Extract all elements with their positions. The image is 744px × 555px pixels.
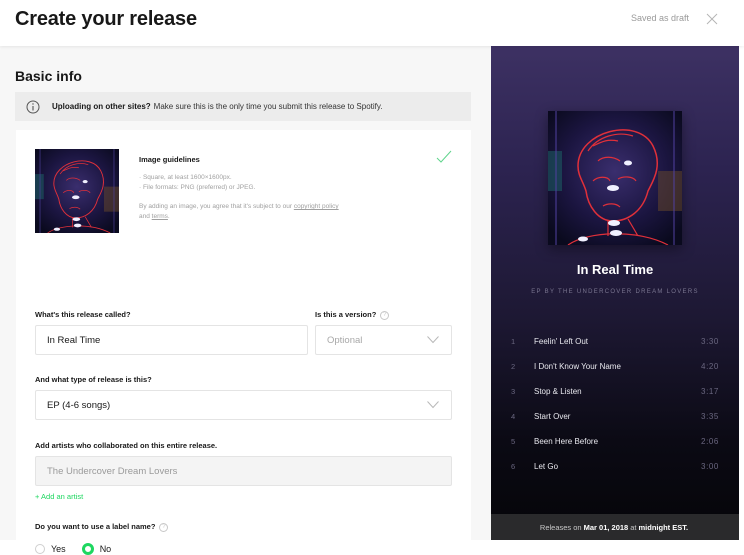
track-number: 3: [511, 387, 516, 396]
track-row[interactable]: 1 Feelin' Left Out 3:30: [491, 335, 739, 360]
guideline-size: · Square, at least 1600×1600px.: [139, 174, 232, 181]
image-guidelines: Image guidelines · Square, at least 1600…: [139, 155, 339, 222]
artist-value: The Undercover Dream Lovers: [47, 465, 178, 477]
track-duration: 3:30: [701, 337, 719, 346]
info-circle-icon: [26, 100, 40, 113]
guidelines-title: Image guidelines: [139, 155, 200, 164]
preview-cover-art: [548, 111, 682, 245]
cover-art-thumbnail[interactable]: [35, 149, 119, 233]
release-prefix: Releases on: [539, 522, 582, 532]
artist-input[interactable]: The Undercover Dream Lovers: [35, 456, 452, 486]
track-title: I Don't Know Your Name: [534, 362, 621, 371]
form-pane: Basic info Uploading on other sites? Mak…: [0, 46, 491, 555]
track-duration: 3:00: [701, 462, 719, 471]
radio-no[interactable]: No: [81, 543, 112, 555]
track-title: Let Go: [534, 462, 559, 471]
preview-release-title: In Real Time: [576, 262, 654, 277]
track-duration: 2:06: [701, 437, 719, 446]
info-banner: Uploading on other sites? Make sure this…: [15, 92, 471, 121]
cover-art-image: [548, 111, 682, 245]
chevron-down-icon: [427, 336, 439, 344]
release-date-bar: Releases on Mar 01, 2018 at midnight EST…: [491, 514, 739, 540]
track-list: 1 Feelin' Left Out 3:30 2 I Don't Know Y…: [491, 335, 739, 485]
release-preview-pane: In Real Time EP BY THE UNDERCOVER DREAM …: [491, 46, 739, 540]
track-row[interactable]: 6 Let Go 3:00: [491, 460, 739, 485]
track-title: Feelin' Left Out: [534, 337, 588, 346]
note-suffix: .: [167, 213, 170, 220]
terms-link[interactable]: terms: [152, 213, 168, 220]
banner-text: Make sure this is the only time you subm…: [153, 102, 383, 111]
radio-button-unchecked: [35, 544, 45, 554]
label-name-radio-group: Yes No: [35, 543, 127, 555]
release-name-input[interactable]: In Real Time: [35, 325, 308, 355]
add-artist-link[interactable]: + Add an artist: [35, 492, 83, 501]
track-row[interactable]: 3 Stop & Listen 3:17: [491, 385, 739, 410]
label-name-label: Do you want to use a label name??: [35, 522, 169, 532]
artists-label: Add artists who collaborated on this ent…: [35, 441, 218, 450]
release-type-label: And what type of release is this?: [35, 375, 152, 384]
release-type-value: EP (4-6 songs): [47, 399, 111, 411]
label-name-label-text: Do you want to use a label name?: [35, 522, 156, 531]
version-label: Is this a version??: [315, 310, 390, 320]
guideline-format: · File formats: PNG (preferred) or JPEG.: [139, 184, 256, 191]
banner-bold-text: Uploading on other sites?: [52, 102, 151, 111]
note-text: By adding an image, you agree that it's …: [139, 203, 293, 210]
track-row[interactable]: 2 I Don't Know Your Name 4:20: [491, 360, 739, 385]
cover-art-image: [35, 149, 119, 233]
track-number: 5: [511, 437, 516, 446]
basic-info-card: Image guidelines · Square, at least 1600…: [16, 130, 471, 555]
section-title: Basic info: [15, 68, 82, 84]
save-status: Saved as draft: [631, 13, 690, 23]
track-number: 4: [511, 412, 516, 421]
radio-yes[interactable]: Yes: [35, 544, 66, 554]
note-and: and: [139, 213, 150, 220]
page-title: Create your release: [15, 8, 197, 30]
close-x-icon: [706, 13, 718, 25]
version-label-text: Is this a version?: [315, 310, 377, 319]
header: Create your release Saved as draft: [0, 0, 744, 46]
radio-yes-label: Yes: [51, 544, 66, 554]
close-button[interactable]: [704, 11, 720, 27]
preview-release-subtitle: EP BY THE UNDERCOVER DREAM LOVERS: [531, 289, 699, 295]
track-row[interactable]: 5 Been Here Before 2:06: [491, 435, 739, 460]
track-duration: 3:35: [701, 412, 719, 421]
release-time: midnight EST.: [638, 522, 689, 532]
checkmark-icon: [436, 150, 452, 163]
track-duration: 4:20: [701, 362, 719, 371]
radio-no-label: No: [99, 544, 112, 554]
help-icon[interactable]: ?: [159, 522, 169, 532]
chevron-down-icon: [427, 401, 439, 409]
track-duration: 3:17: [701, 387, 719, 396]
release-name-label: What's this release called?: [35, 310, 131, 319]
release-type-select[interactable]: EP (4-6 songs): [35, 390, 452, 420]
track-number: 1: [511, 337, 516, 346]
help-icon[interactable]: ?: [380, 310, 390, 320]
release-at: at: [630, 522, 637, 532]
radio-button-checked: [81, 543, 94, 555]
version-select[interactable]: Optional: [315, 325, 452, 355]
track-title: Start Over: [534, 412, 571, 421]
track-title: Stop & Listen: [534, 387, 582, 396]
track-number: 6: [511, 462, 516, 471]
copyright-policy-link[interactable]: copyright policy: [294, 203, 339, 210]
guidelines-note: By adding an image, you agree that it's …: [139, 202, 339, 222]
track-number: 2: [511, 362, 516, 371]
version-placeholder: Optional: [327, 334, 363, 346]
track-title: Been Here Before: [534, 437, 599, 446]
track-row[interactable]: 4 Start Over 3:35: [491, 410, 739, 435]
release-name-value: In Real Time: [47, 334, 101, 346]
release-date: Mar 01, 2018: [583, 522, 629, 532]
